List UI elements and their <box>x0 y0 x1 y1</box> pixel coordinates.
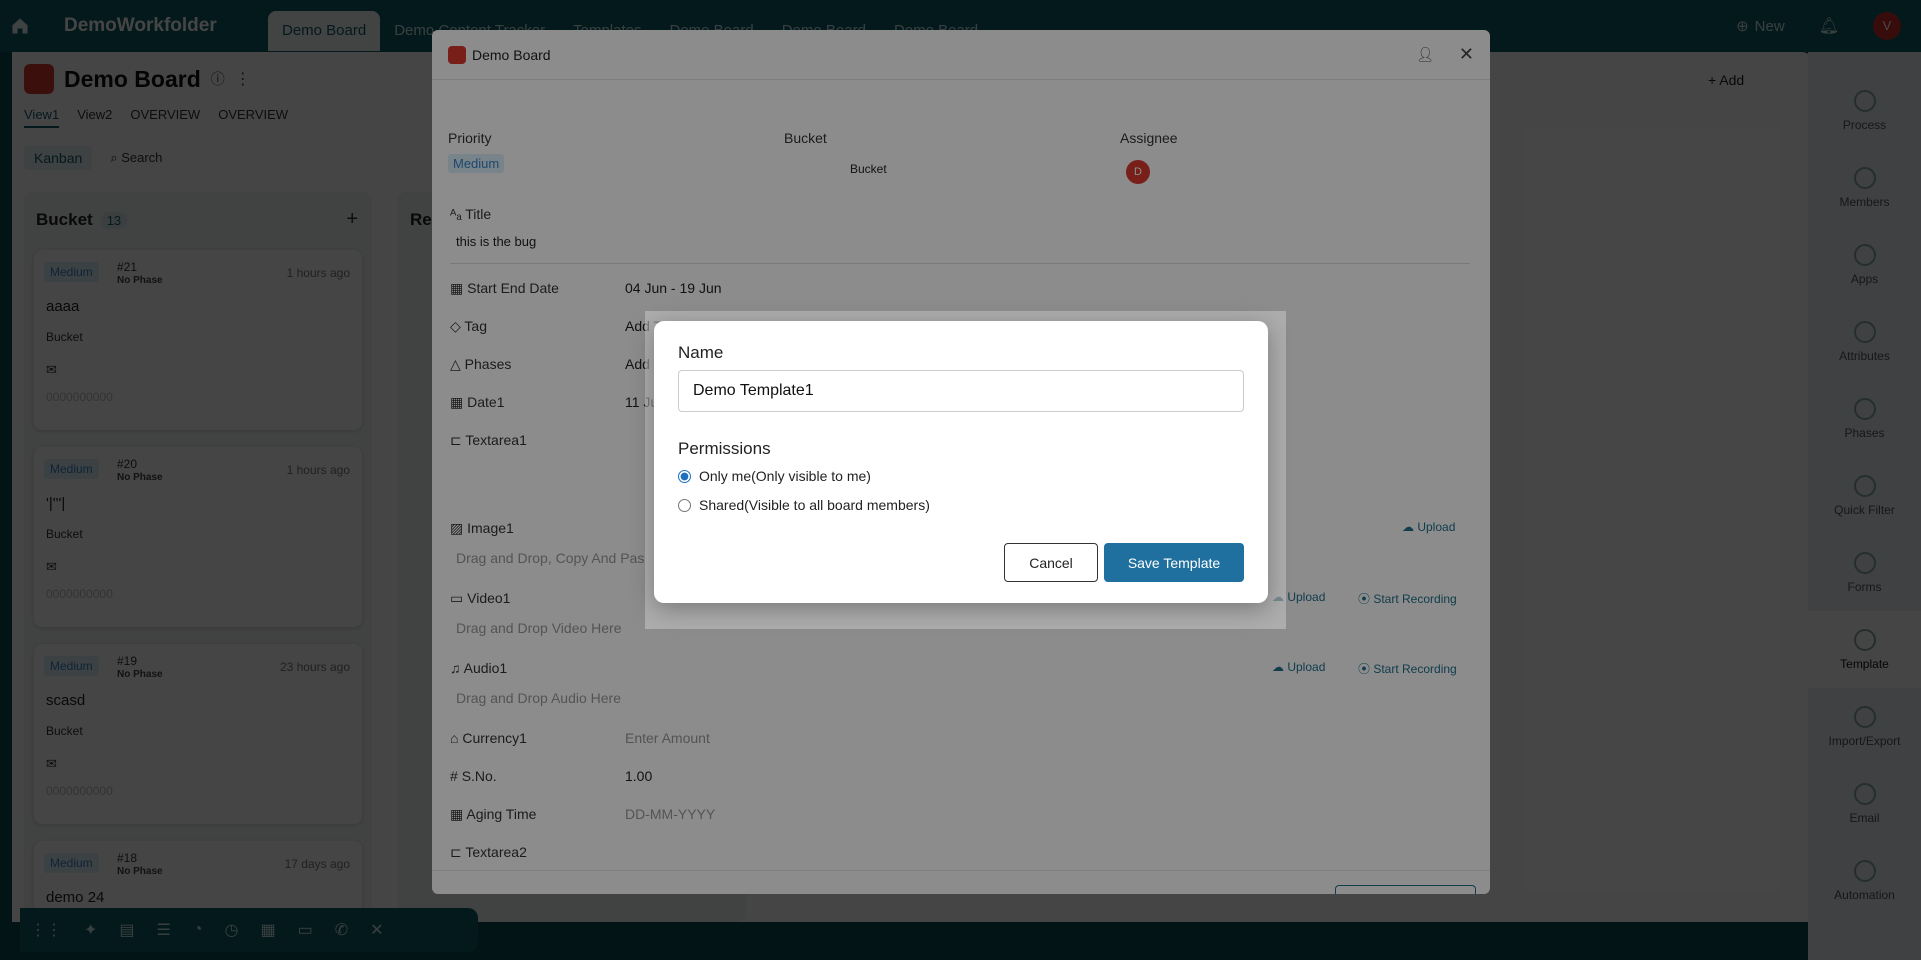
save-template-modal: Name Permissions Only me(Only visible to… <box>654 321 1268 603</box>
permission-only-me[interactable]: Only me(Only visible to me) <box>678 468 871 484</box>
only-me-radio[interactable] <box>678 469 691 483</box>
shared-label: Shared(Visible to all board members) <box>699 497 930 513</box>
template-name-input[interactable] <box>678 370 1244 412</box>
save-template-button[interactable]: Save Template <box>1104 543 1244 582</box>
permission-shared[interactable]: Shared(Visible to all board members) <box>678 497 930 513</box>
permissions-label: Permissions <box>678 439 771 458</box>
cancel-button[interactable]: Cancel <box>1004 543 1098 582</box>
only-me-label: Only me(Only visible to me) <box>699 468 871 484</box>
name-label: Name <box>678 343 724 362</box>
shared-radio[interactable] <box>678 498 691 512</box>
